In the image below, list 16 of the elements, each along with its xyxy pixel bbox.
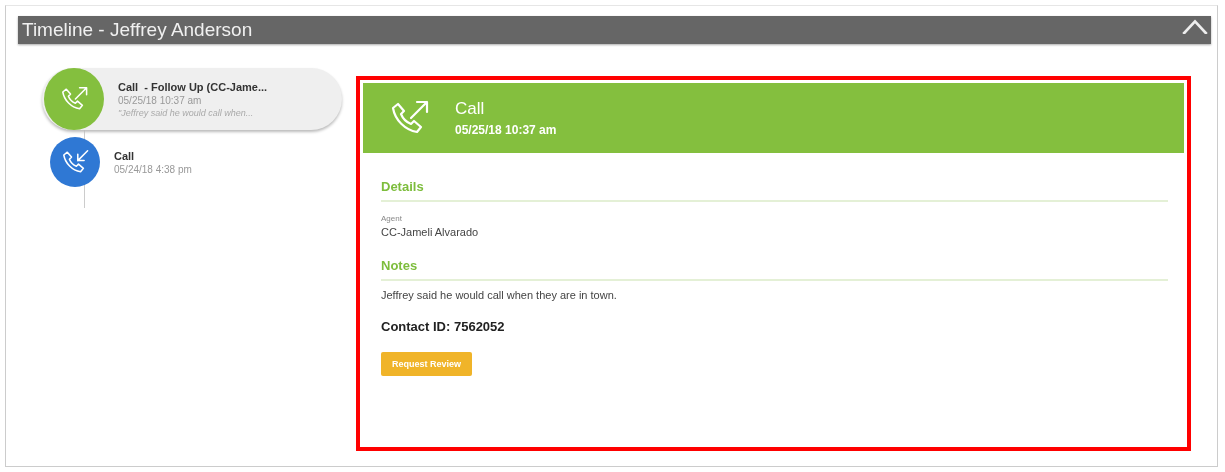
- section-heading: Details: [381, 179, 1168, 202]
- timeline-item[interactable]: Call 05/24/18 4:38 pm: [42, 132, 342, 192]
- contact-id: Contact ID: 7562052: [381, 319, 506, 334]
- item-time: 05/24/18 4:38 pm: [114, 163, 192, 175]
- item-time: 05/25/18 10:37 am: [118, 94, 203, 106]
- note-text: Jeffrey said he would call when they are in town.: [381, 289, 618, 301]
- item-title: Call: [114, 149, 136, 162]
- timeline-item[interactable]: Call - Follow Up (CC-Jame... 05/25/18 10:37 am "Jeffrey said he would call when...: [42, 68, 342, 130]
- item-snippet: "Jeffrey said he would call when...: [118, 107, 255, 118]
- section-heading: Notes: [381, 258, 1168, 281]
- field-value: CC-Jameli Alvarado: [381, 226, 480, 238]
- window-title: Timeline - Jeffrey Anderson: [21, 18, 253, 42]
- detail-time: 05/25/18 10:37 am: [455, 123, 557, 137]
- item-title: Call - Follow Up (CC-Jame...: [118, 80, 268, 93]
- detail-title: Call: [455, 99, 486, 119]
- field-label: Agent: [381, 214, 403, 223]
